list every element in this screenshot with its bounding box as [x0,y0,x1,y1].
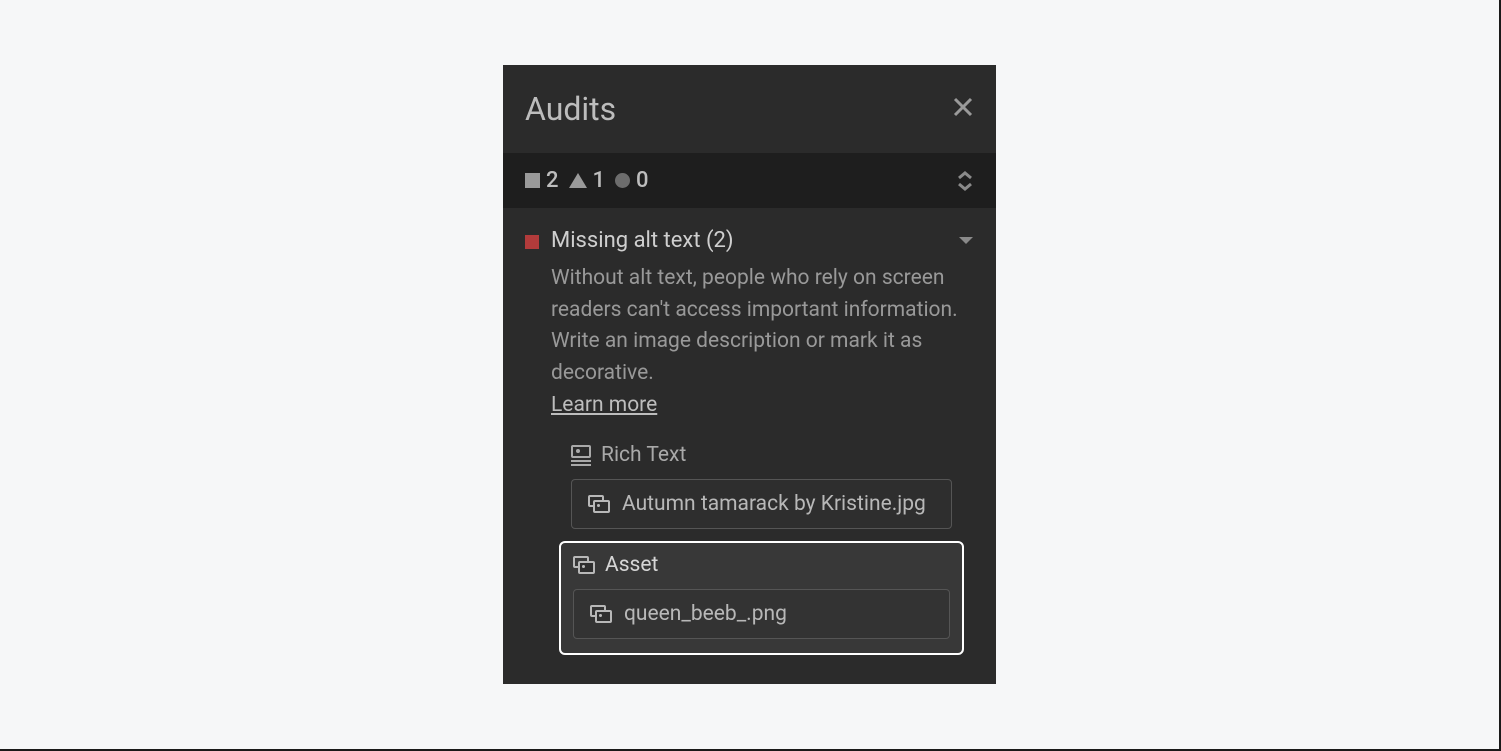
panel-header: Audits [503,65,996,153]
error-indicator-icon [525,235,539,249]
asset-item-rich-text[interactable]: Autumn tamarack by Kristine.jpg [571,479,952,529]
issue-body: Without alt text, people who rely on scr… [551,263,974,417]
summary-bar: 2 1 0 [503,153,996,208]
warning-count: 1 [593,168,606,193]
info-count-group[interactable]: 0 [615,168,649,193]
chevron-down-icon[interactable] [958,234,974,250]
group-asset: Asset queen_beeb_.png [559,541,964,655]
collapse-all-icon[interactable] [956,171,974,191]
asset-filename: Autumn tamarack by Kristine.jpg [622,492,926,516]
asset-item-asset[interactable]: queen_beeb_.png [573,589,950,639]
info-count: 0 [636,168,649,193]
summary-counts: 2 1 0 [525,168,649,193]
group-label-asset[interactable]: Asset [573,553,950,577]
image-stack-icon [590,605,612,623]
group-rich-text: Rich Text Autumn tamarack by Kristine.jp… [571,443,952,529]
learn-more-link[interactable]: Learn more [551,393,657,417]
warning-count-group[interactable]: 1 [569,168,606,193]
audits-panel: Audits 2 1 0 [503,65,996,684]
group-label-text: Asset [605,553,658,577]
issue-description: Without alt text, people who rely on scr… [551,263,974,389]
rich-text-icon [571,445,591,466]
group-label-text: Rich Text [601,443,686,467]
issue-title: Missing alt text (2) [551,228,734,253]
asset-filename: queen_beeb_.png [624,602,787,626]
info-circle-icon [615,173,630,188]
group-label-rich-text[interactable]: Rich Text [571,443,952,467]
issue-block: Missing alt text (2) Without alt text, p… [503,208,996,665]
error-count-group[interactable]: 2 [525,168,559,193]
error-count: 2 [546,168,559,193]
image-stack-icon [573,556,595,574]
issue-header[interactable]: Missing alt text (2) [525,228,974,253]
image-stack-icon [588,495,610,513]
close-icon[interactable] [952,95,974,123]
error-square-icon [525,173,540,188]
warning-triangle-icon [569,173,587,188]
panel-title: Audits [525,90,616,128]
